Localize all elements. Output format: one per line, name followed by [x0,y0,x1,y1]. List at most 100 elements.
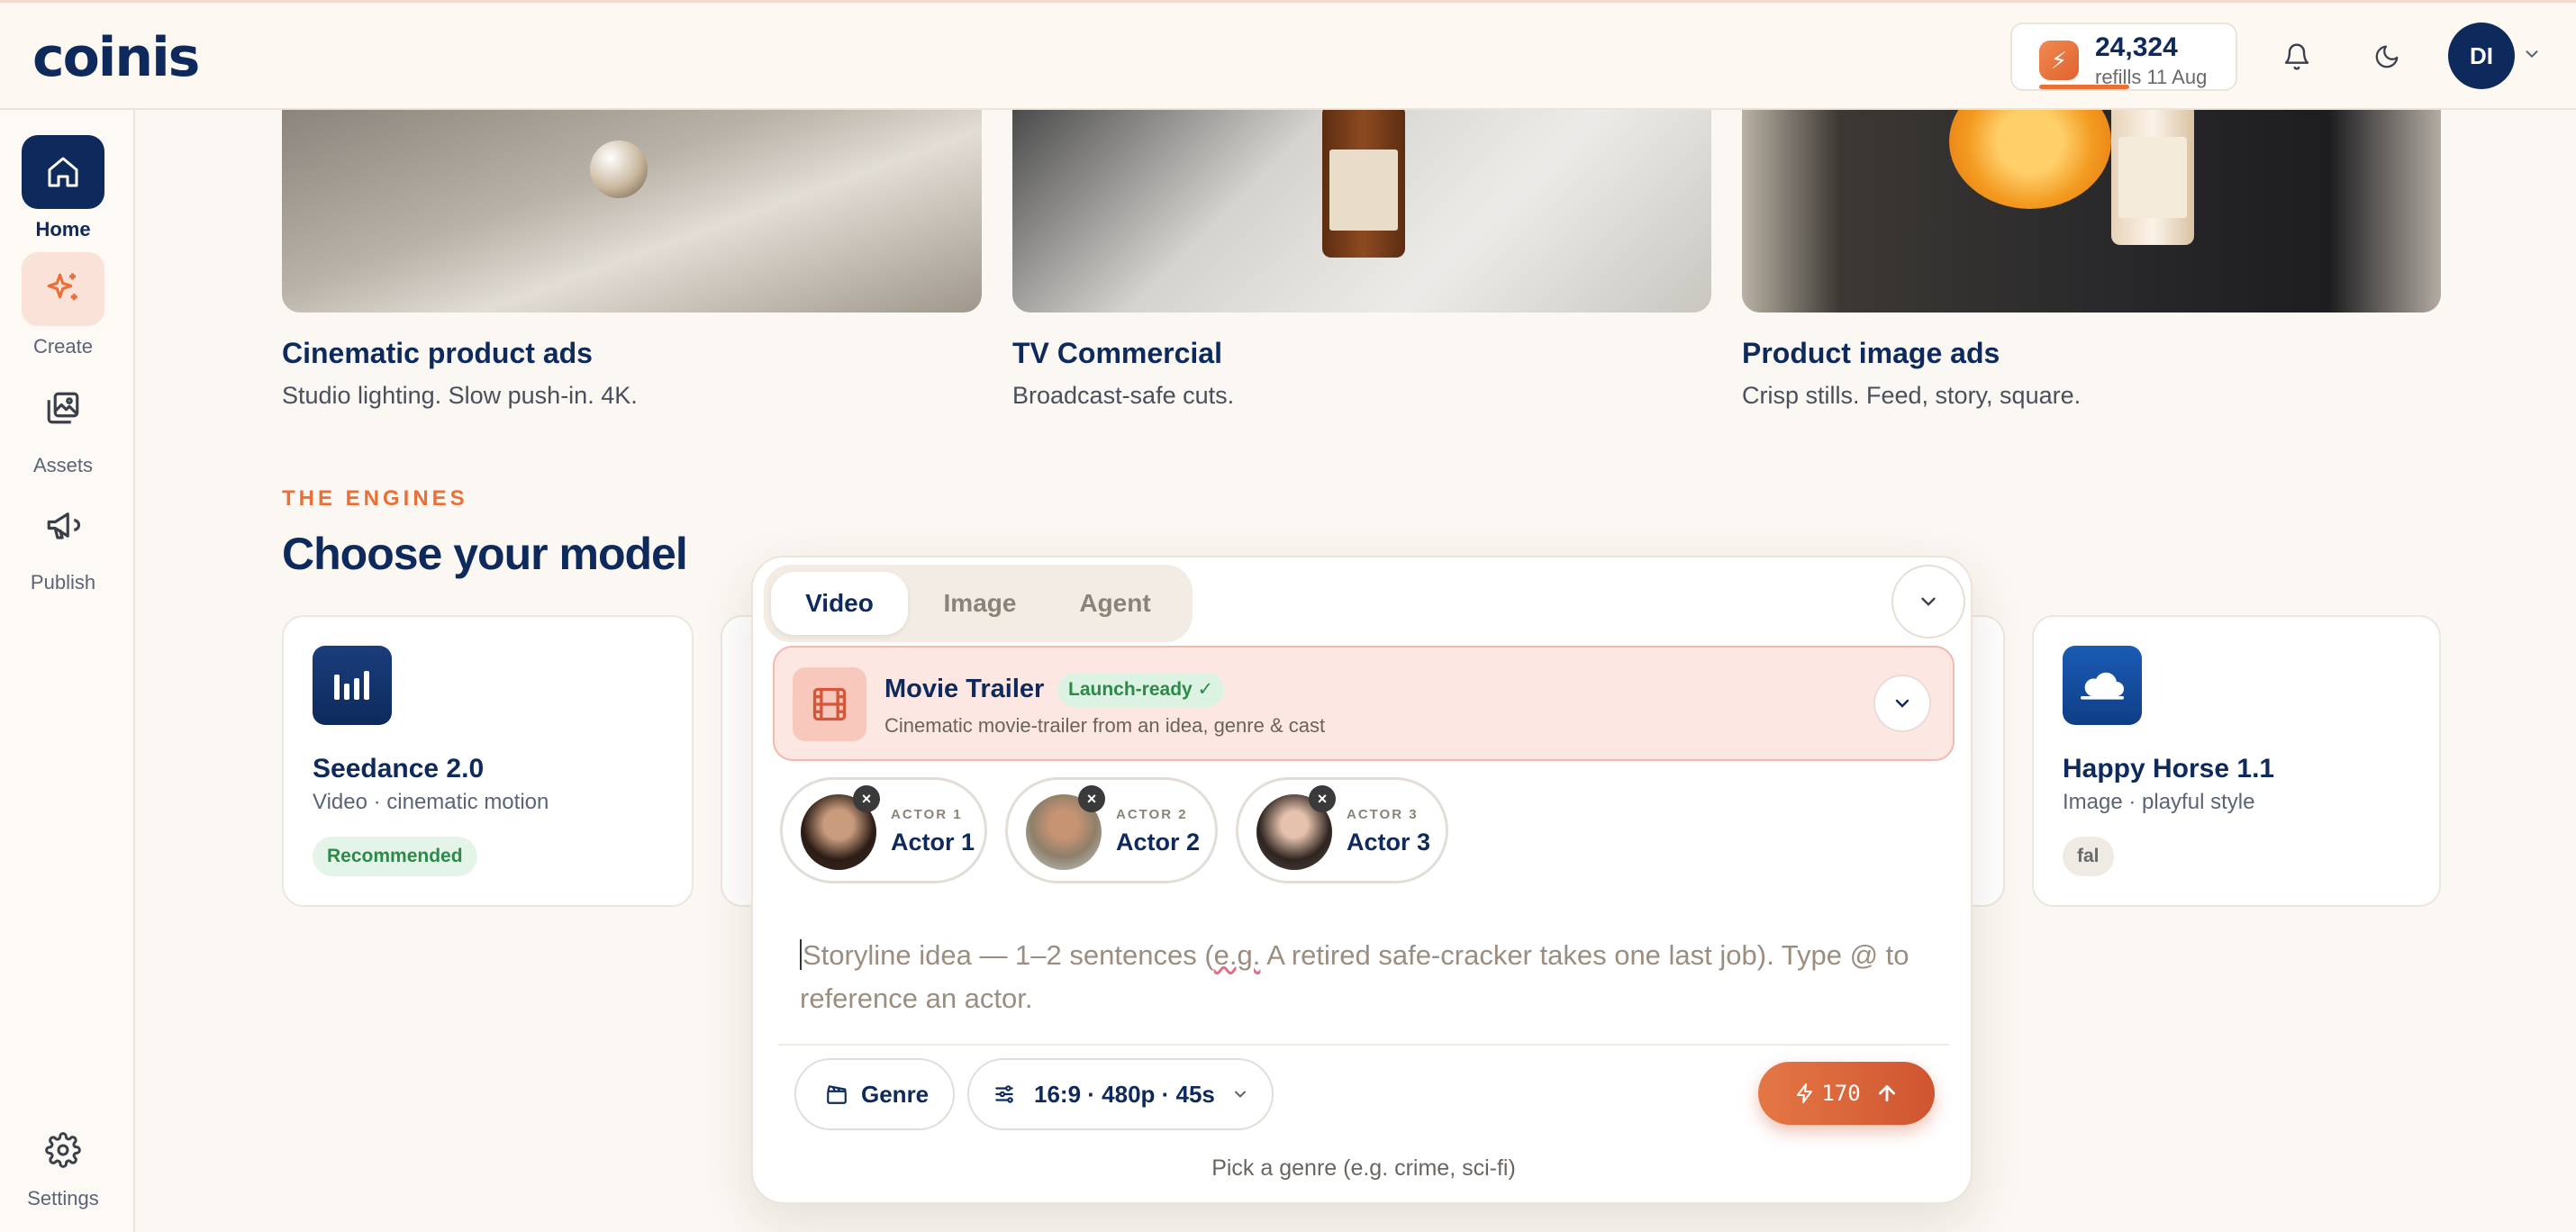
composer-panel: Video Image Agent Movie Trailer Launch-r… [751,556,1973,1204]
credits-progress-bar [2039,85,2129,89]
sidebar-item-label: Home [35,218,91,240]
top-bar: coinis ⚡ 24,324 refills 11 Aug DI [0,0,2576,110]
template-description: Studio lighting. Slow push-in. 4K. [282,382,638,409]
sidebar-item-label: Assets [32,454,94,476]
sidebar-icon-box [22,1122,104,1178]
remove-actor-icon[interactable]: × [853,785,880,812]
serum-bottle-image [2111,110,2194,245]
remove-actor-icon[interactable]: × [1309,785,1336,812]
sidebar-item-home[interactable]: Home [0,135,126,241]
chevron-down-icon [1921,597,1936,606]
notifications-button[interactable] [2270,30,2324,84]
placeholder-text: e.g. [1213,939,1261,971]
images-icon [47,392,79,424]
video-settings-label: 16:9 · 480p · 45s [1034,1080,1215,1108]
mode-tabs: Video Image Agent [764,565,1193,642]
gear-icon [45,1132,81,1168]
template-thumbnail-cinematic[interactable] [282,110,982,313]
cloud-logo-icon [2063,646,2142,725]
template-thumbnail-tv-commercial[interactable] [1012,110,1711,313]
sidebar-item-create[interactable]: Create [0,252,126,358]
collapse-composer-button[interactable] [1891,565,1965,639]
model-name: Seedance 2.0 [313,754,485,784]
megaphone-icon [47,512,80,539]
actor-name: Actor 1 [891,829,975,856]
model-tag: fal [2063,837,2114,876]
sidebar-icon-box [22,371,104,445]
template-title[interactable]: Cinematic product ads [282,337,593,370]
sidebar-icon-box [22,252,104,326]
genre-hint: Pick a genre (e.g. crime, sci-fi) [1211,1155,1516,1181]
actor-kicker: ACTOR 3 [1347,807,1419,822]
sidebar-icon-box [22,488,104,562]
selected-template[interactable]: Movie Trailer Launch-ready ✓ Cinematic m… [773,646,1955,761]
divider [778,1044,1949,1046]
storyline-input[interactable]: Storyline idea — 1–2 sentences (e.g. A r… [800,934,1935,1020]
bell-icon [2284,43,2309,70]
actor-name: Actor 3 [1347,829,1431,856]
arrow-up-icon [1878,1085,1895,1101]
sidebar-icon-box [22,135,104,209]
sidebar-item-settings[interactable]: Settings [0,1122,126,1210]
section-title: Choose your model [282,529,688,579]
clapperboard-icon [827,1085,847,1104]
sidebar-item-assets[interactable]: Assets [0,371,126,477]
placeholder-text: Storyline idea — 1–2 sentences ( [803,939,1214,971]
home-icon [48,157,78,187]
sliders-icon [995,1085,1013,1103]
model-card-seedance[interactable]: Seedance 2.0 Video · cinematic motion Re… [282,615,694,907]
genre-label: Genre [861,1080,930,1108]
water-drop-image [590,140,648,198]
app-logo[interactable]: coinis [32,26,200,89]
text-caret [800,939,802,970]
credits-widget[interactable]: ⚡ 24,324 refills 11 Aug [2010,23,2237,91]
section-eyebrow: THE ENGINES [282,486,468,511]
credits-amount: 24,324 [2095,32,2178,62]
sparkle-icon [47,273,77,301]
orange-image [1949,110,2111,209]
model-subtitle: Image · playful style [2063,790,2255,814]
user-avatar[interactable]: DI [2448,23,2515,89]
genre-button[interactable]: Genre [794,1058,955,1130]
theme-toggle-button[interactable] [2360,30,2414,84]
tab-video[interactable]: Video [771,572,908,635]
serum-bottle-image [1322,110,1405,258]
template-name: Movie Trailer [884,675,1045,703]
template-description: Crisp stills. Feed, story, square. [1742,382,2082,409]
generation-cost: 170 [1821,1081,1861,1106]
model-card-happy-horse[interactable]: Happy Horse 1.1 Image · playful style fa… [2032,615,2441,907]
template-title[interactable]: Product image ads [1742,337,2000,370]
video-settings-dropdown[interactable]: 16:9 · 480p · 45s [967,1058,1274,1130]
chevron-down-icon [1895,699,1909,708]
remove-actor-icon[interactable]: × [1078,785,1105,812]
generate-button[interactable]: 170 [1758,1062,1935,1125]
sidebar-item-label: Publish [30,571,96,593]
sidebar: Home Create Assets Publish Settings [0,110,135,1232]
sidebar-item-publish[interactable]: Publish [0,488,126,594]
bolt-outline-icon [1797,1083,1813,1103]
bolt-icon: ⚡ [2039,41,2079,80]
launch-ready-badge: Launch-ready ✓ [1057,673,1225,707]
template-title[interactable]: TV Commercial [1012,337,1222,370]
actor-chip[interactable]: × ACTOR 1 Actor 1 [780,777,987,883]
template-description: Cinematic movie-trailer from an idea, ge… [884,714,1326,737]
film-icon [793,667,866,741]
chevron-down-icon[interactable] [2522,44,2542,64]
sidebar-item-label: Settings [27,1187,99,1209]
bars-logo-icon [313,646,392,725]
sidebar-item-label: Create [32,335,94,358]
tab-image[interactable]: Image [917,572,1043,635]
actor-chip[interactable]: × ACTOR 3 Actor 3 [1236,777,1448,883]
template-thumbnail-product-image[interactable] [1742,110,2441,313]
actor-chip[interactable]: × ACTOR 2 Actor 2 [1005,777,1218,883]
template-dropdown-button[interactable] [1873,675,1931,732]
model-name: Happy Horse 1.1 [2063,754,2275,784]
moon-icon [2375,45,2399,68]
chevron-down-icon [1234,1091,1246,1098]
model-subtitle: Video · cinematic motion [313,790,549,814]
actor-kicker: ACTOR 2 [1116,807,1188,822]
template-description: Broadcast-safe cuts. [1012,382,1235,409]
actor-kicker: ACTOR 1 [891,807,963,822]
model-tag: Recommended [313,837,477,876]
tab-agent[interactable]: Agent [1052,572,1178,635]
